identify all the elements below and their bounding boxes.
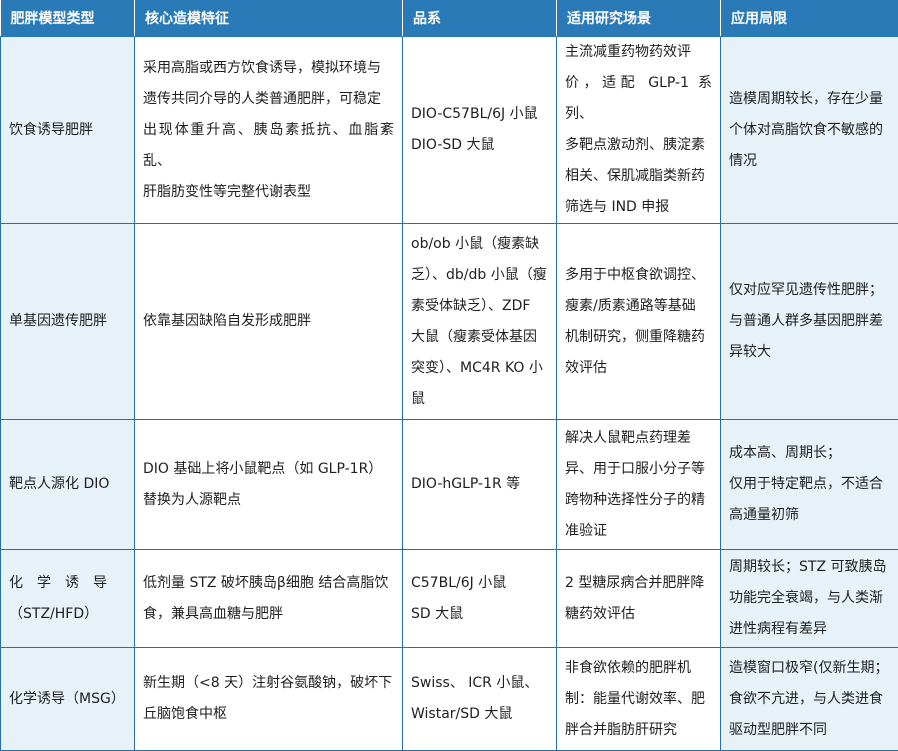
- cell-core-feature: DIO 基础上将小鼠靶点（如 GLP-1R） 替换为人源靶点: [135, 420, 403, 550]
- cell-strain: DIO-C57BL/6J 小鼠 DIO-SD 大鼠: [403, 37, 557, 224]
- cell-strain: ob/ob 小鼠（瘦素缺 乏）、db/db 小鼠（瘦 素受体缺乏）、ZDF 大鼠…: [403, 224, 557, 420]
- cell-model-type: 靶点人源化 DIO: [1, 420, 135, 550]
- cell-limitation: 造模窗口极窄(仅新生期； 食欲不亢进，与人类进食 驱动型肥胖不同: [721, 648, 898, 751]
- cell-limitation: 周期较长；STZ 可致胰岛 功能完全衰竭，与人类渐 进性病程有差异: [721, 550, 898, 648]
- cell-core-feature: 采用高脂或西方饮食诱导，模拟环境与 遗传共同介导的人类普通肥胖，可稳定 出现体重…: [135, 37, 403, 224]
- cell-core-feature: 依靠基因缺陷自发形成肥胖: [135, 224, 403, 420]
- header-core-feature: 核心造模特征: [135, 0, 403, 37]
- header-strain: 品系: [403, 0, 557, 37]
- obesity-model-table: 肥胖模型类型 核心造模特征 品系 适用研究场景 应用局限 饮食诱导肥胖 采用高脂…: [0, 0, 898, 751]
- header-model-type: 肥胖模型类型: [1, 0, 135, 37]
- cell-strain: C57BL/6J 小鼠 SD 大鼠: [403, 550, 557, 648]
- cell-strain: Swiss、 ICR 小鼠、 Wistar/SD 大鼠: [403, 648, 557, 751]
- table-row: 靶点人源化 DIO DIO 基础上将小鼠靶点（如 GLP-1R） 替换为人源靶点…: [1, 420, 898, 550]
- cell-scenario: 多用于中枢食欲调控、 瘦素/质素通路等基础 机制研究，侧重降糖药 效评估: [557, 224, 721, 420]
- cell-model-type: 化 学 诱 导 （STZ/HFD）: [1, 550, 135, 648]
- cell-scenario: 解决人鼠靶点药理差 异、用于口服小分子等 跨物种选择性分子的精 准验证: [557, 420, 721, 550]
- cell-strain: DIO-hGLP-1R 等: [403, 420, 557, 550]
- table-header-row: 肥胖模型类型 核心造模特征 品系 适用研究场景 应用局限: [1, 0, 898, 37]
- cell-limitation: 仅对应罕见遗传性肥胖； 与普通人群多基因肥胖差 异较大: [721, 224, 898, 420]
- cell-model-type: 单基因遗传肥胖: [1, 224, 135, 420]
- table-row: 化 学 诱 导 （STZ/HFD） 低剂量 STZ 破坏胰岛β细胞 结合高脂饮 …: [1, 550, 898, 648]
- cell-scenario: 非食欲依赖的肥胖机 制：能量代谢效率、肥 胖合并脂肪肝研究: [557, 648, 721, 751]
- table-row: 化学诱导（MSG） 新生期（<8 天）注射谷氨酸钠，破坏下 丘脑饱食中枢 Swi…: [1, 648, 898, 751]
- cell-model-type: 化学诱导（MSG）: [1, 648, 135, 751]
- cell-model-type: 饮食诱导肥胖: [1, 37, 135, 224]
- cell-scenario: 主流减重药物药效评 价，适配 GLP-1 系列、 多靶点激动剂、胰淀素 相关、保…: [557, 37, 721, 224]
- cell-scenario: 2 型糖尿病合并肥胖降 糖药效评估: [557, 550, 721, 648]
- cell-limitation: 成本高、周期长； 仅用于特定靶点，不适合 高通量初筛: [721, 420, 898, 550]
- table-row: 饮食诱导肥胖 采用高脂或西方饮食诱导，模拟环境与 遗传共同介导的人类普通肥胖，可…: [1, 37, 898, 224]
- header-scenario: 适用研究场景: [557, 0, 721, 37]
- cell-core-feature: 新生期（<8 天）注射谷氨酸钠，破坏下 丘脑饱食中枢: [135, 648, 403, 751]
- cell-limitation: 造模周期较长，存在少量 个体对高脂饮食不敏感的 情况: [721, 37, 898, 224]
- header-limitation: 应用局限: [721, 0, 898, 37]
- cell-core-feature: 低剂量 STZ 破坏胰岛β细胞 结合高脂饮 食，兼具高血糖与肥胖: [135, 550, 403, 648]
- table-row: 单基因遗传肥胖 依靠基因缺陷自发形成肥胖 ob/ob 小鼠（瘦素缺 乏）、db/…: [1, 224, 898, 420]
